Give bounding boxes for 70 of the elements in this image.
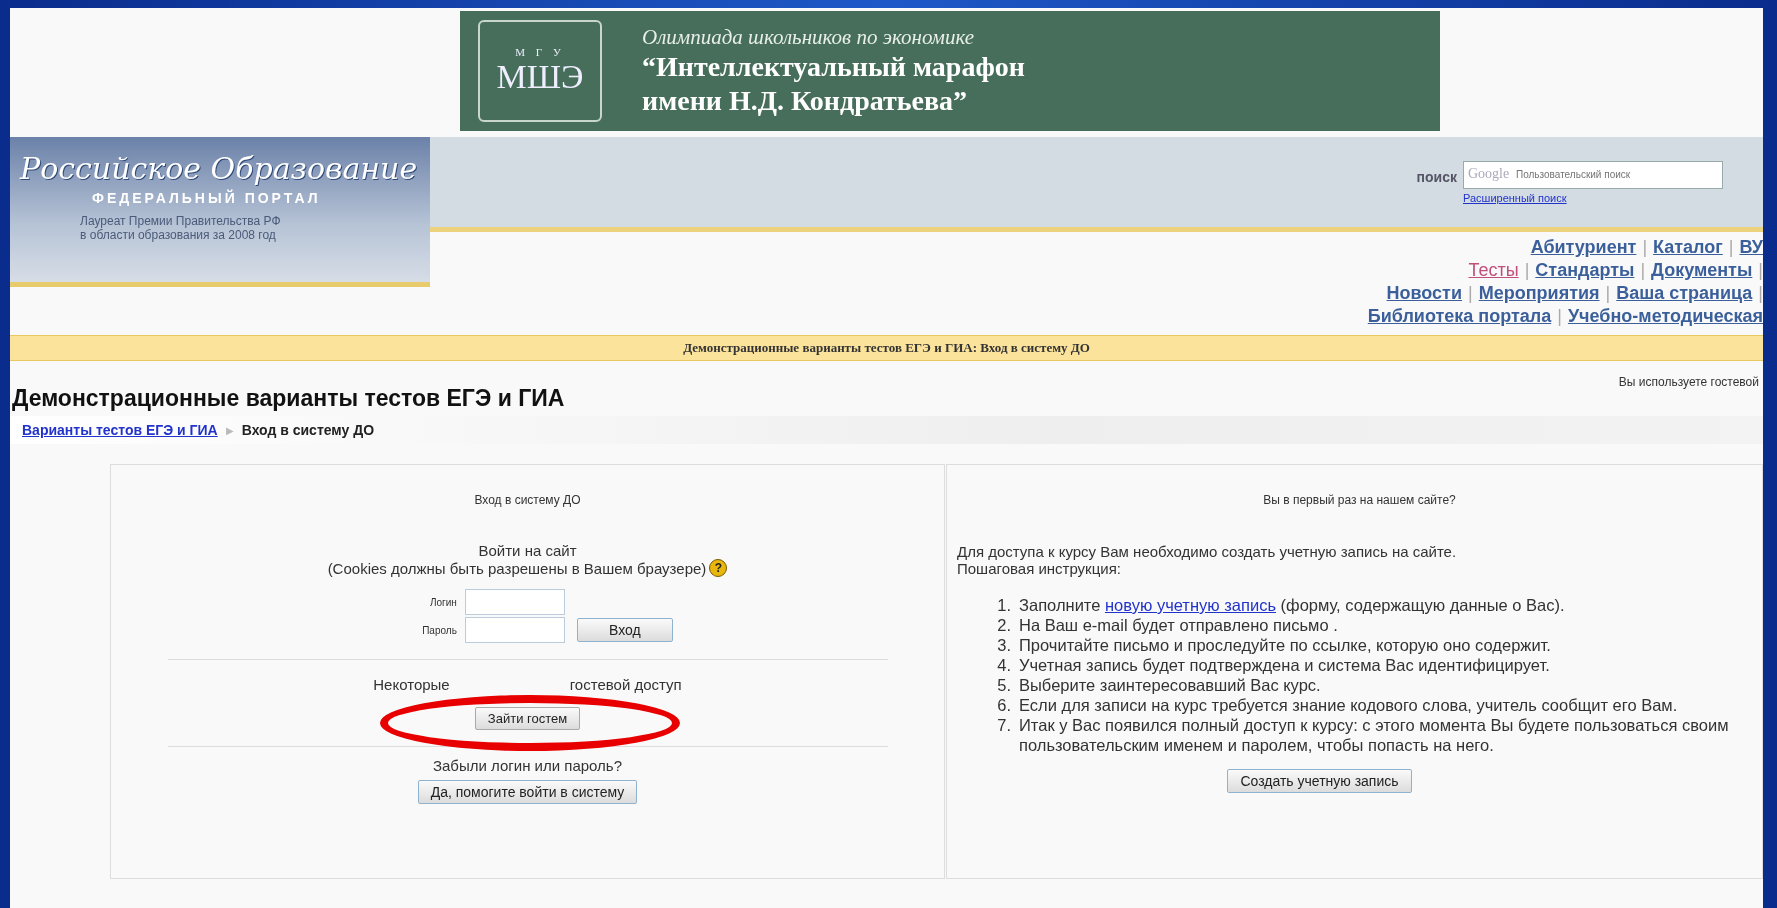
step-text: На Ваш e-mail будет отправлено письмо . — [1019, 615, 1339, 635]
nav-separator: | — [1758, 282, 1763, 305]
breadcrumb-arrow-icon: ▶ — [225, 424, 234, 436]
guest-note-text: гостевой доступ — [569, 676, 682, 693]
create-account-button[interactable]: Создать учетную запись — [1227, 769, 1412, 793]
nav-link[interactable]: Ваша страница — [1616, 282, 1753, 305]
password-field[interactable] — [464, 617, 565, 643]
search-brand-logo: Google — [1468, 165, 1510, 182]
password-help-button[interactable]: Да, помогите войти в систему — [417, 780, 638, 804]
panel-heading: Вы в первый раз на нашем сайте? — [1262, 493, 1457, 507]
intro-text: Пошаговая инструкция: — [957, 560, 1122, 577]
step-number: 2. — [997, 615, 1011, 635]
nav-separator: | — [1605, 282, 1611, 305]
step-text: Итак у Вас появился полный доступ к курсу: с этого момента Вы будете пользоваться своим пользовательским именем и паролем, чтобы попасть на него. — [1019, 715, 1730, 755]
forgot-text: Забыли логин или пароль? — [432, 757, 622, 774]
panel-heading: Вход в систему ДО — [474, 493, 581, 507]
field-label: Пароль — [422, 624, 457, 636]
portal-caption: ФЕДЕРАЛЬНЫЙ ПОРТАЛ — [92, 190, 322, 206]
nav-separator: | — [1758, 259, 1763, 282]
nav-link[interactable]: Библиотека портала — [1367, 305, 1552, 328]
nav-separator: | — [1728, 236, 1734, 259]
school-logo: М Г У МШЭ — [478, 20, 602, 122]
step-number: 1. — [997, 595, 1011, 615]
nav-separator: | — [1642, 236, 1648, 259]
step-text: Выберите заинтересовавший Вас курс. — [1019, 675, 1322, 695]
login-button[interactable]: Вход — [576, 618, 673, 642]
nav-link[interactable]: Тесты — [1468, 259, 1519, 282]
nav-link[interactable]: ВУ — [1739, 236, 1763, 259]
guest-note-text: Некоторые — [373, 676, 450, 693]
username-field[interactable] — [464, 589, 565, 615]
new-account-link[interactable]: новую учетную запись — [1105, 596, 1276, 614]
step-number: 3. — [997, 635, 1011, 655]
breadcrumb-current: Вход в систему ДО — [241, 422, 375, 438]
portal-logo-title: Российское Образование — [20, 151, 419, 186]
notice-bar: Демонстрационные варианты тестов ЕГЭ и ГИА: Вход в систему ДО — [10, 335, 1763, 361]
banner-title: “Интеллектуальный марафон — [642, 49, 1025, 84]
step-number: 6. — [997, 695, 1011, 715]
guest-login-button[interactable]: Зайти гостем — [474, 707, 581, 730]
login-status-text: Вы используете гостевой — [1618, 375, 1759, 389]
breadcrumb-link[interactable]: Варианты тестов ЕГЭ и ГИА — [22, 422, 218, 438]
intro-text: Для доступа к курсу Вам необходимо создать учетную запись на сайте. — [957, 543, 1458, 560]
step-number: 5. — [997, 675, 1011, 695]
step-number: 4. — [997, 655, 1011, 675]
banner-title: имени Н.Д. Кондратьева” — [642, 83, 969, 118]
step-text: Если для записи на курс требуется знание кодового слова, учитель сообщит его Вам. — [1019, 695, 1679, 715]
nav-link[interactable]: Новости — [1386, 282, 1462, 305]
nav-link[interactable]: Мероприятия — [1478, 282, 1600, 305]
cookies-note: (Cookies должны быть разрешены в Вашем браузере) — [327, 559, 707, 577]
award-text: в области образования за 2008 год — [80, 228, 277, 242]
step-text: Заполните новую учетную запись (форму, содержащую данные о Вас). — [1019, 595, 1566, 615]
banner-subtitle: Олимпиада школьников по экономике — [642, 24, 976, 50]
nav-separator: | — [1557, 305, 1562, 328]
step-number: 7. — [997, 715, 1011, 736]
help-icon[interactable]: ? — [709, 559, 728, 577]
search-label: поиск — [1416, 167, 1457, 185]
nav-link[interactable]: Учебно-методическая — [1567, 305, 1763, 328]
advanced-search-link[interactable]: Расширенный поиск — [1463, 191, 1723, 204]
nav-separator: | — [1524, 259, 1530, 282]
step-text: Учетная запись будет подтверждена и система Вас идентифицирует. — [1019, 655, 1551, 675]
nav-link[interactable]: Документы — [1651, 259, 1753, 282]
step-text: Прочитайте письмо и проследуйте по ссылке, которую оно содержит. — [1019, 635, 1552, 655]
login-intro: Войти на сайт — [478, 542, 577, 559]
nav-link[interactable]: Стандарты — [1535, 259, 1635, 282]
field-label: Логин — [428, 596, 457, 608]
award-text: Лауреат Премии Правительства РФ — [80, 214, 282, 228]
nav-separator: | — [1468, 282, 1473, 305]
nav-link[interactable]: Каталог — [1653, 236, 1723, 259]
page-title: Демонстрационные варианты тестов ЕГЭ и ГИА — [12, 384, 565, 412]
nav-separator: | — [1640, 259, 1646, 282]
nav-link[interactable]: Абитуриент — [1530, 236, 1637, 259]
